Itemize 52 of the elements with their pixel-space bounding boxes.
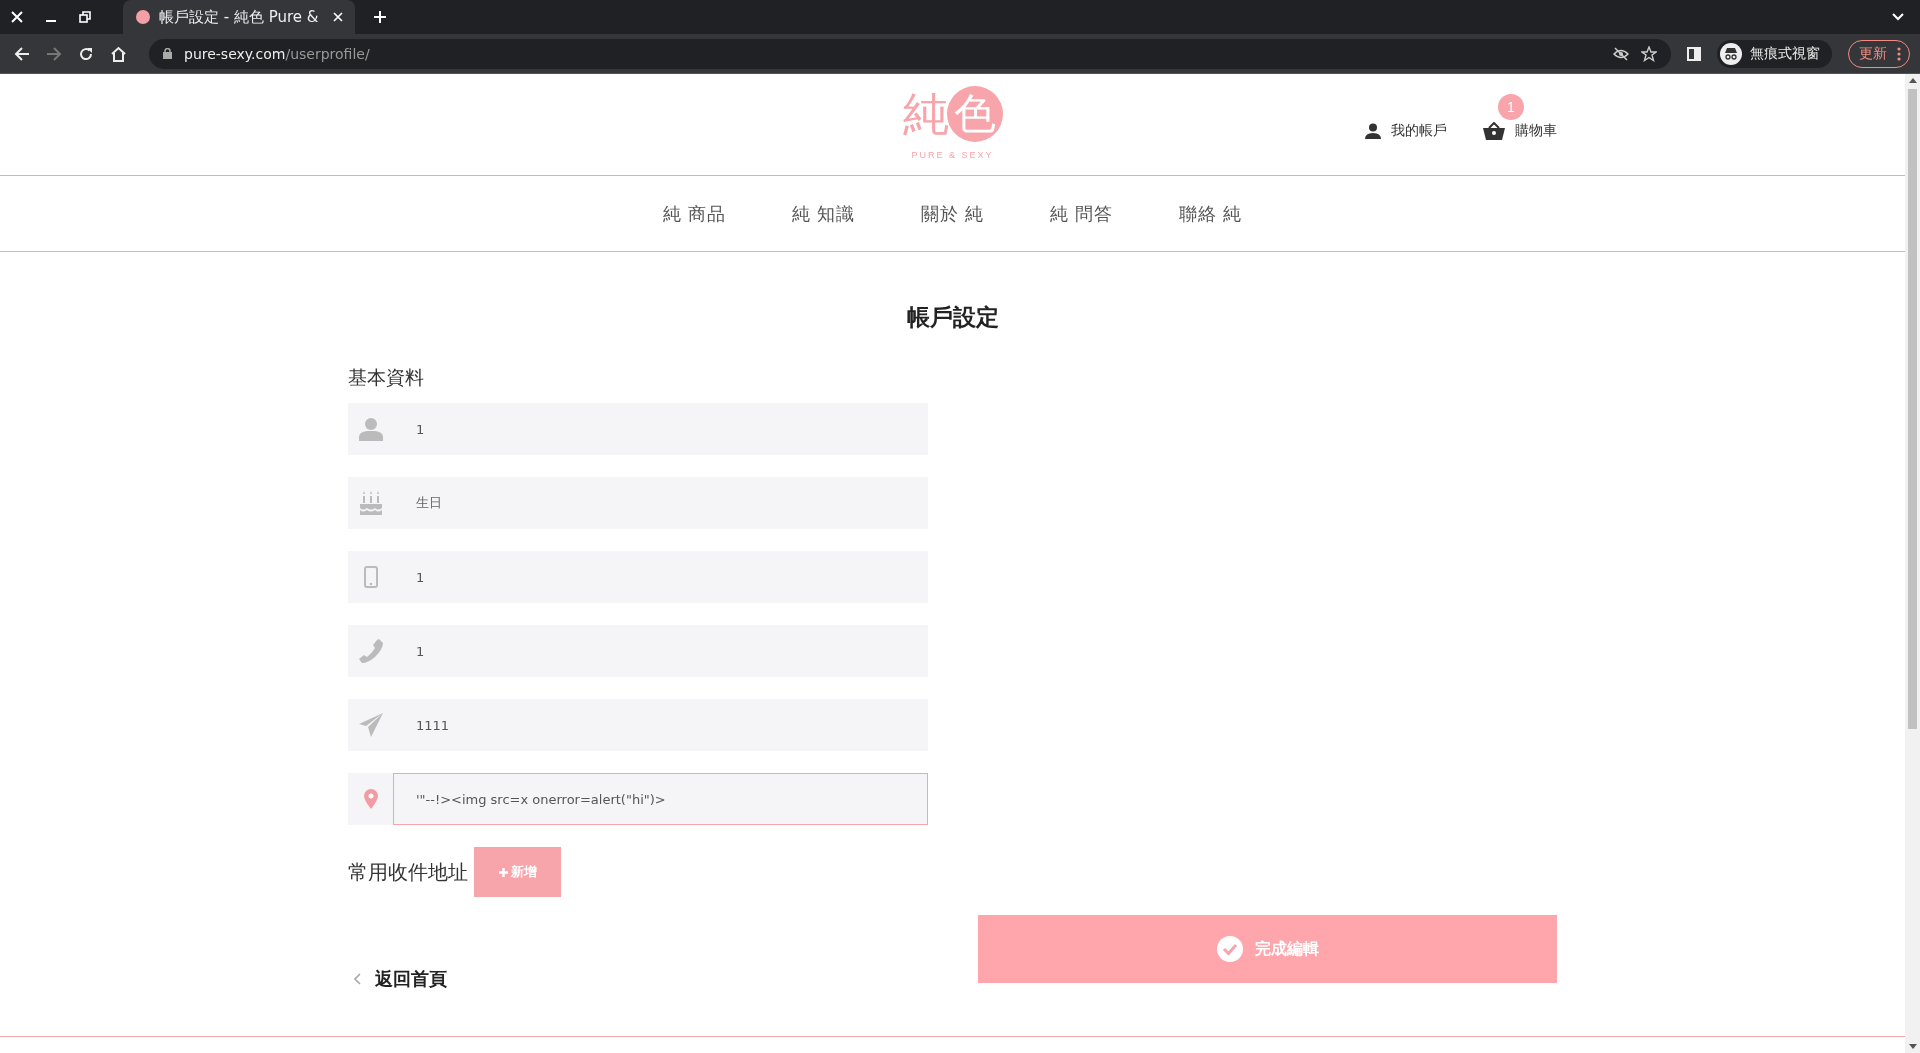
- page-title: 帳戶設定: [905, 303, 1000, 332]
- tab-list-icon[interactable]: [1892, 13, 1904, 21]
- logo-character: 純: [902, 87, 949, 142]
- incognito-icon: [1720, 42, 1742, 65]
- scrollbar-thumb[interactable]: [1908, 89, 1917, 729]
- forward-icon[interactable]: [46, 45, 62, 62]
- account-link[interactable]: 我的帳戶: [1365, 122, 1447, 140]
- location-pin-icon: [363, 789, 378, 809]
- side-panel-icon[interactable]: [1687, 46, 1701, 61]
- mobile-phone-icon: [363, 566, 378, 588]
- phone-icon: [358, 639, 383, 663]
- text-field[interactable]: '"--!><img src=x onerror=alert("hi")>: [348, 773, 928, 825]
- person-icon: [358, 417, 383, 441]
- check-circle-icon: [1216, 936, 1243, 962]
- eye-off-icon[interactable]: [1613, 46, 1629, 61]
- close-tab-icon[interactable]: [333, 12, 343, 22]
- new-tab-icon[interactable]: [373, 10, 387, 24]
- star-icon[interactable]: [1641, 45, 1657, 62]
- logo-tagline: PURE & SEXY: [911, 150, 994, 160]
- chevron-left-icon: [354, 973, 361, 985]
- reload-icon[interactable]: [78, 45, 94, 62]
- scroll-up-icon[interactable]: [1908, 78, 1917, 83]
- home-icon[interactable]: [110, 45, 127, 62]
- basket-icon: [1483, 122, 1505, 140]
- more-icon: [1897, 46, 1901, 61]
- cart-count-badge: 1: [1498, 94, 1524, 120]
- section-title: 常用收件地址: [348, 859, 468, 885]
- text-field[interactable]: 1111: [348, 699, 928, 751]
- address-field[interactable]: pure-sexy.com/userprofile/: [149, 38, 1671, 69]
- text-field[interactable]: 1: [348, 625, 928, 677]
- nav-link[interactable]: 關於 純: [921, 201, 984, 226]
- browser-tab[interactable]: 帳戶設定 - 純色 Pure &: [123, 0, 355, 34]
- cake-icon: [359, 491, 382, 515]
- nav-link[interactable]: 純 知識: [791, 201, 855, 226]
- incognito-profile-button[interactable]: 無痕式視窗: [1717, 39, 1832, 68]
- nav-link[interactable]: 純 商品: [662, 201, 726, 226]
- text-field[interactable]: 生日: [348, 477, 928, 529]
- site-favicon: [135, 9, 151, 25]
- restore-icon[interactable]: [79, 11, 91, 23]
- nav-link[interactable]: 聯絡 純: [1179, 201, 1243, 226]
- back-home-link[interactable]: 返回首頁: [354, 967, 928, 991]
- scroll-down-icon[interactable]: [1908, 1044, 1917, 1049]
- paper-plane-icon: [358, 713, 383, 737]
- back-icon[interactable]: [14, 45, 30, 62]
- lock-icon: [163, 48, 172, 59]
- close-icon[interactable]: [11, 11, 23, 23]
- section-title: 基本資料: [348, 366, 425, 390]
- nav-link[interactable]: 純 問答: [1050, 201, 1113, 226]
- user-icon: [1365, 123, 1381, 139]
- text-field[interactable]: 1: [348, 403, 928, 455]
- text-field[interactable]: 1: [348, 551, 928, 603]
- plus-icon: [498, 867, 508, 877]
